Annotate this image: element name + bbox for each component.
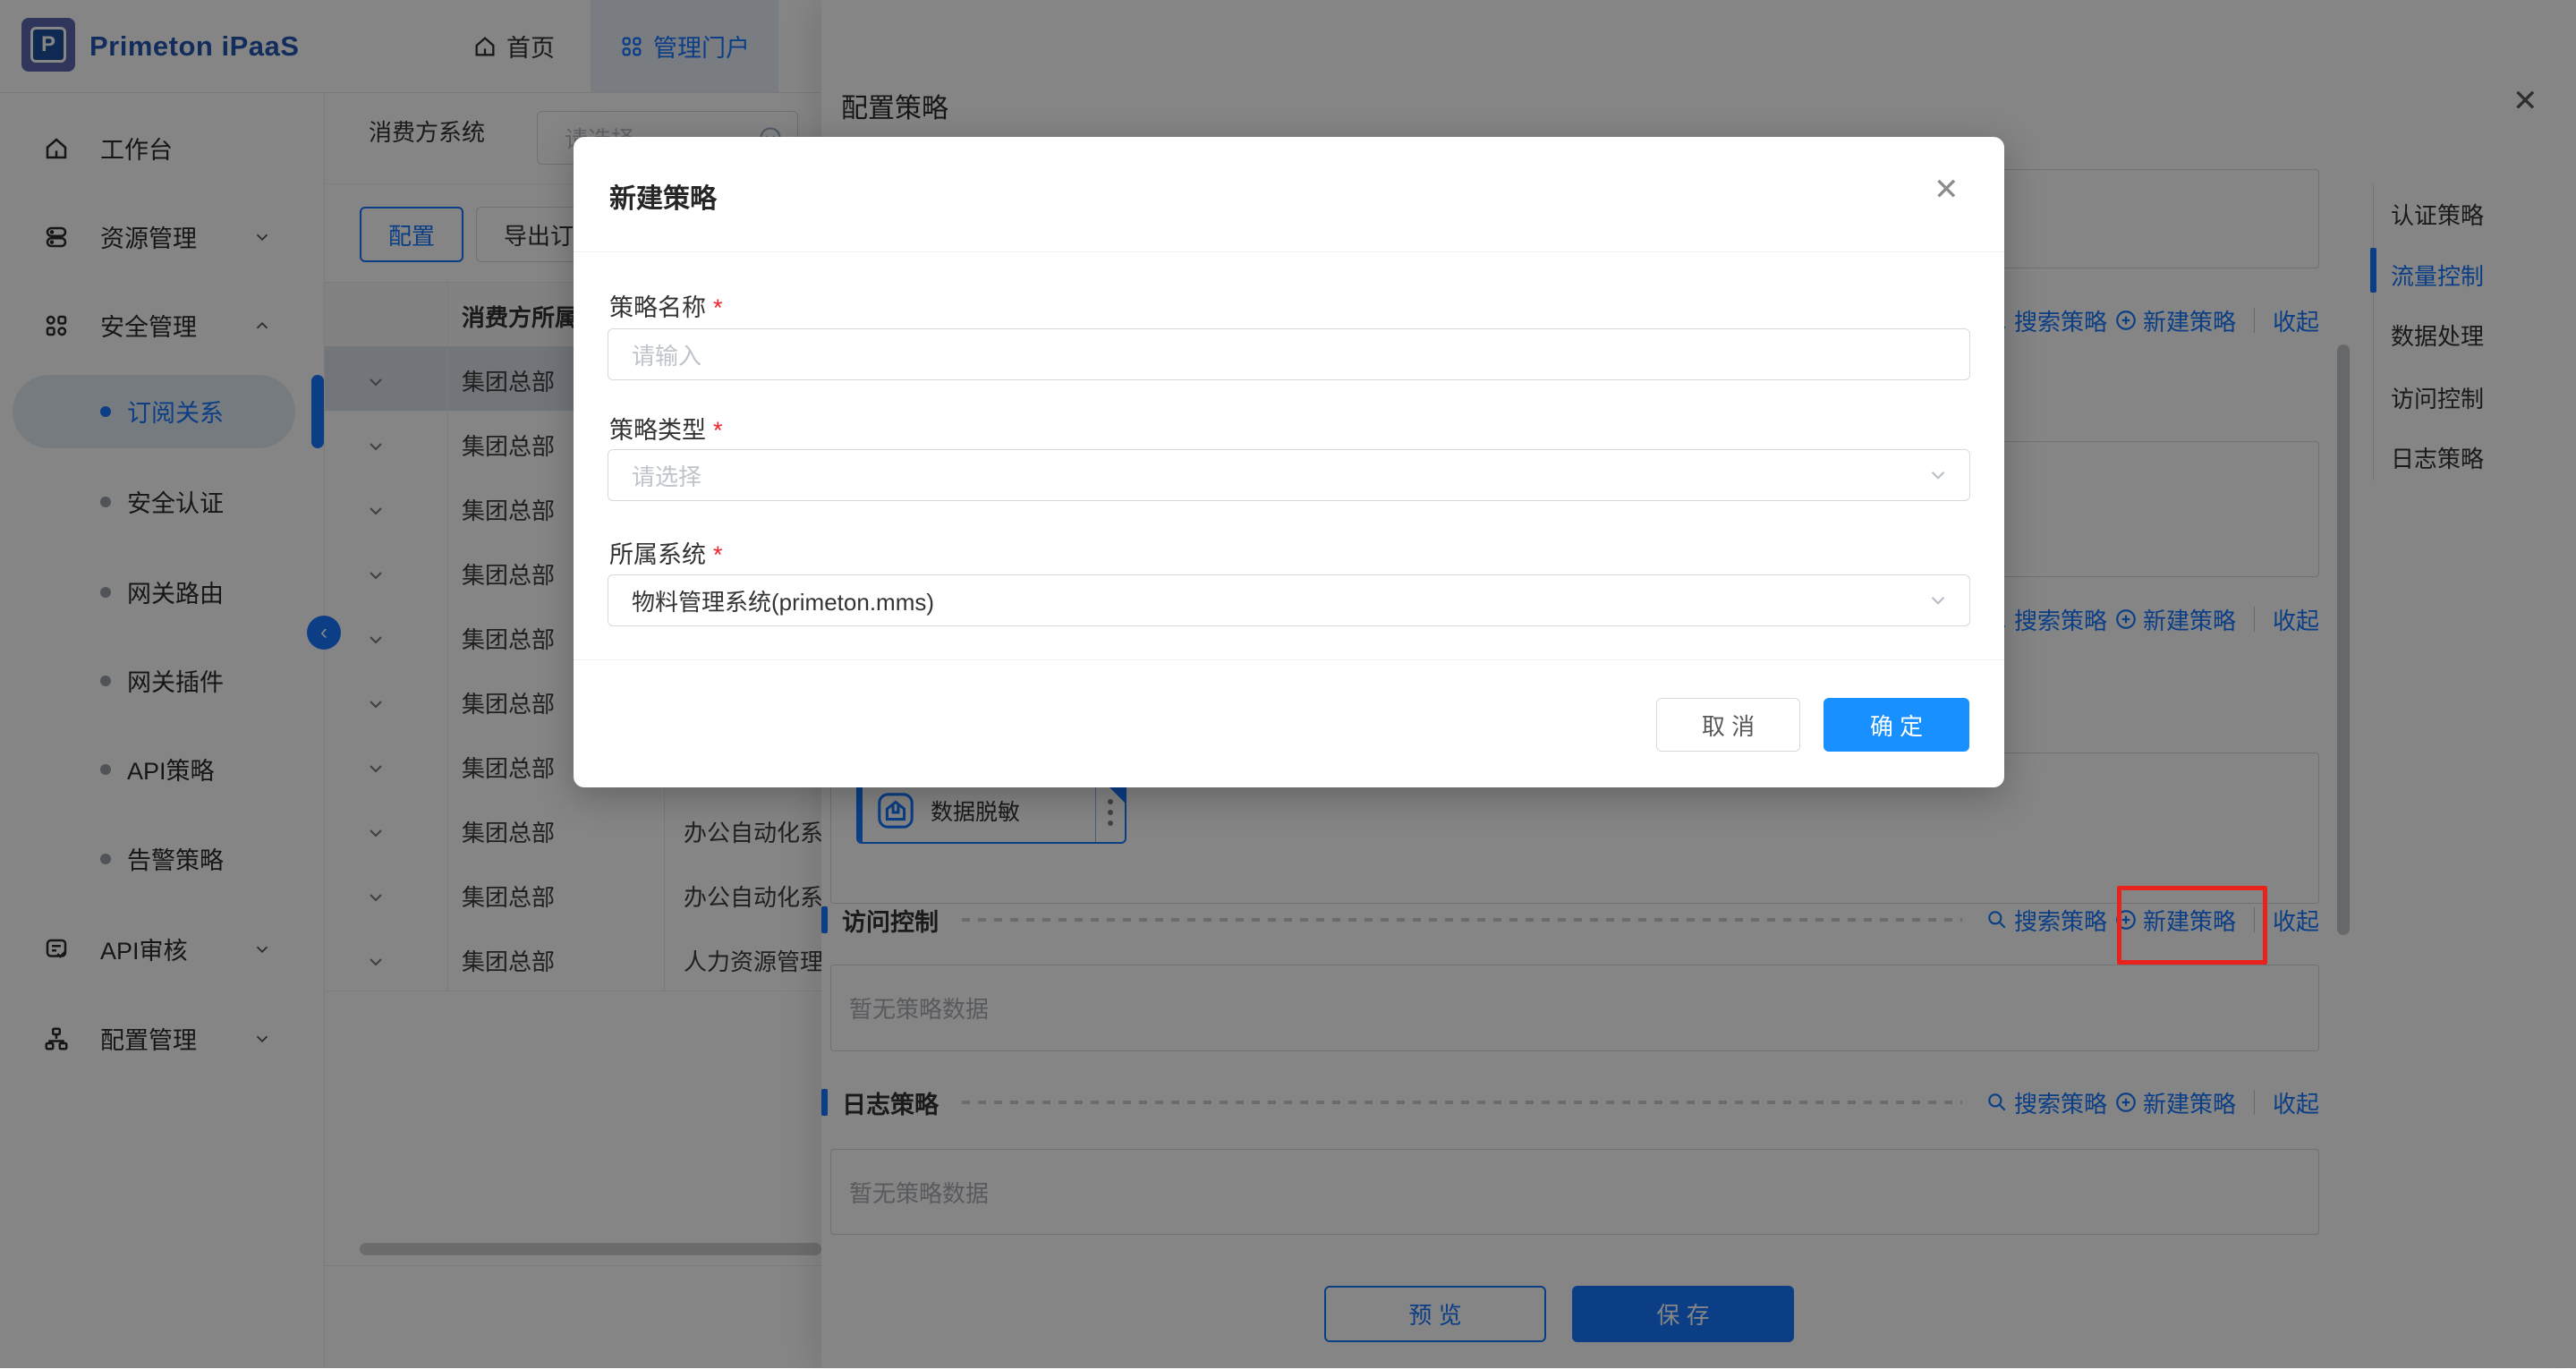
field-label-system: 所属系统* [609,535,723,570]
select-placeholder: 请选择 [632,459,1926,492]
system-select[interactable]: 物料管理系统(primeton.mms) [608,574,1970,626]
policy-type-select[interactable]: 请选择 [608,449,1970,501]
required-asterisk: * [713,294,723,321]
confirm-button[interactable]: 确 定 [1824,698,1969,752]
field-label-policy-name: 策略名称* [609,288,723,323]
field-label-policy-type: 策略类型* [609,411,723,446]
required-asterisk: * [713,541,723,568]
annotation-highlight-box [2117,886,2267,965]
chevron-down-icon [1926,589,1950,612]
divider [574,251,2004,252]
divider [574,659,2004,660]
input-placeholder: 请输入 [632,338,1969,371]
chevron-down-icon [1926,463,1950,487]
select-value: 物料管理系统(primeton.mms) [632,584,1926,617]
modal-title: 新建策略 [609,176,717,216]
required-asterisk: * [713,417,723,444]
cancel-button[interactable]: 取 消 [1656,698,1800,752]
close-icon[interactable]: ✕ [1934,174,1960,205]
policy-name-input[interactable]: 请输入 [608,328,1970,380]
new-policy-modal: 新建策略 ✕ 策略名称* 请输入 策略类型* 请选择 所属系统* 物料管理系统(… [574,137,2004,787]
